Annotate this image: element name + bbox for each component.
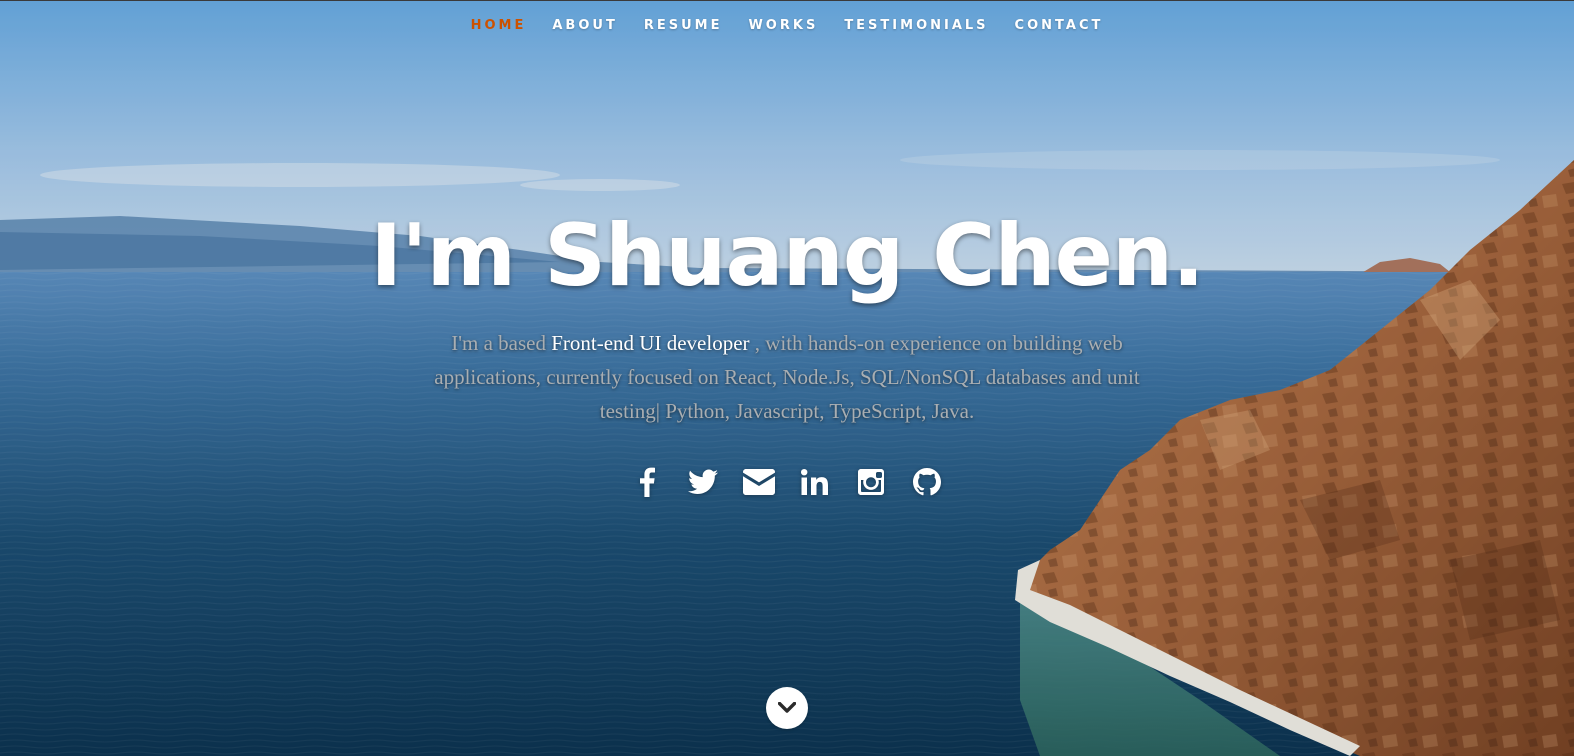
main-navigation: HOME ABOUT RESUME WORKS TESTIMONIALS CON… xyxy=(0,0,1574,49)
nav-link-works[interactable]: WORKS xyxy=(748,18,818,33)
nav-link-contact[interactable]: CONTACT xyxy=(1015,18,1104,33)
twitter-link[interactable] xyxy=(683,462,723,502)
nav-item-works: WORKS xyxy=(748,16,818,34)
twitter-icon xyxy=(688,469,718,494)
email-link[interactable] xyxy=(739,462,779,502)
nav-list: HOME ABOUT RESUME WORKS TESTIMONIALS CON… xyxy=(458,16,1117,34)
facebook-link[interactable] xyxy=(627,462,667,502)
github-icon xyxy=(913,468,941,496)
headline: I'm Shuang Chen. xyxy=(370,206,1205,306)
email-icon xyxy=(743,469,775,495)
intro-lead: I'm a based xyxy=(451,331,546,355)
social-links xyxy=(0,462,1574,502)
nav-link-resume[interactable]: RESUME xyxy=(644,18,723,33)
nav-item-contact: CONTACT xyxy=(1015,16,1104,34)
intro-text: I'm a based Front-end UI developer , wit… xyxy=(427,326,1147,428)
chevron-down-icon xyxy=(778,702,796,713)
nav-item-resume: RESUME xyxy=(644,16,723,34)
nav-link-home[interactable]: HOME xyxy=(471,18,527,33)
nav-item-about: ABOUT xyxy=(552,16,617,34)
linkedin-link[interactable] xyxy=(795,462,835,502)
nav-item-home: HOME xyxy=(471,16,527,34)
banner: I'm Shuang Chen. I'm a based Front-end U… xyxy=(0,200,1574,428)
nav-link-testimonials[interactable]: TESTIMONIALS xyxy=(844,18,988,33)
nav-link-about[interactable]: ABOUT xyxy=(552,18,617,33)
scroll-down-button[interactable] xyxy=(766,687,808,729)
intro-highlight: Front-end UI developer xyxy=(551,331,750,355)
hero-section: HOME ABOUT RESUME WORKS TESTIMONIALS CON… xyxy=(0,0,1574,756)
facebook-icon xyxy=(640,467,655,497)
instagram-icon xyxy=(858,469,884,495)
instagram-link[interactable] xyxy=(851,462,891,502)
linkedin-icon xyxy=(801,469,828,495)
nav-item-testimonials: TESTIMONIALS xyxy=(844,16,988,34)
github-link[interactable] xyxy=(907,462,947,502)
